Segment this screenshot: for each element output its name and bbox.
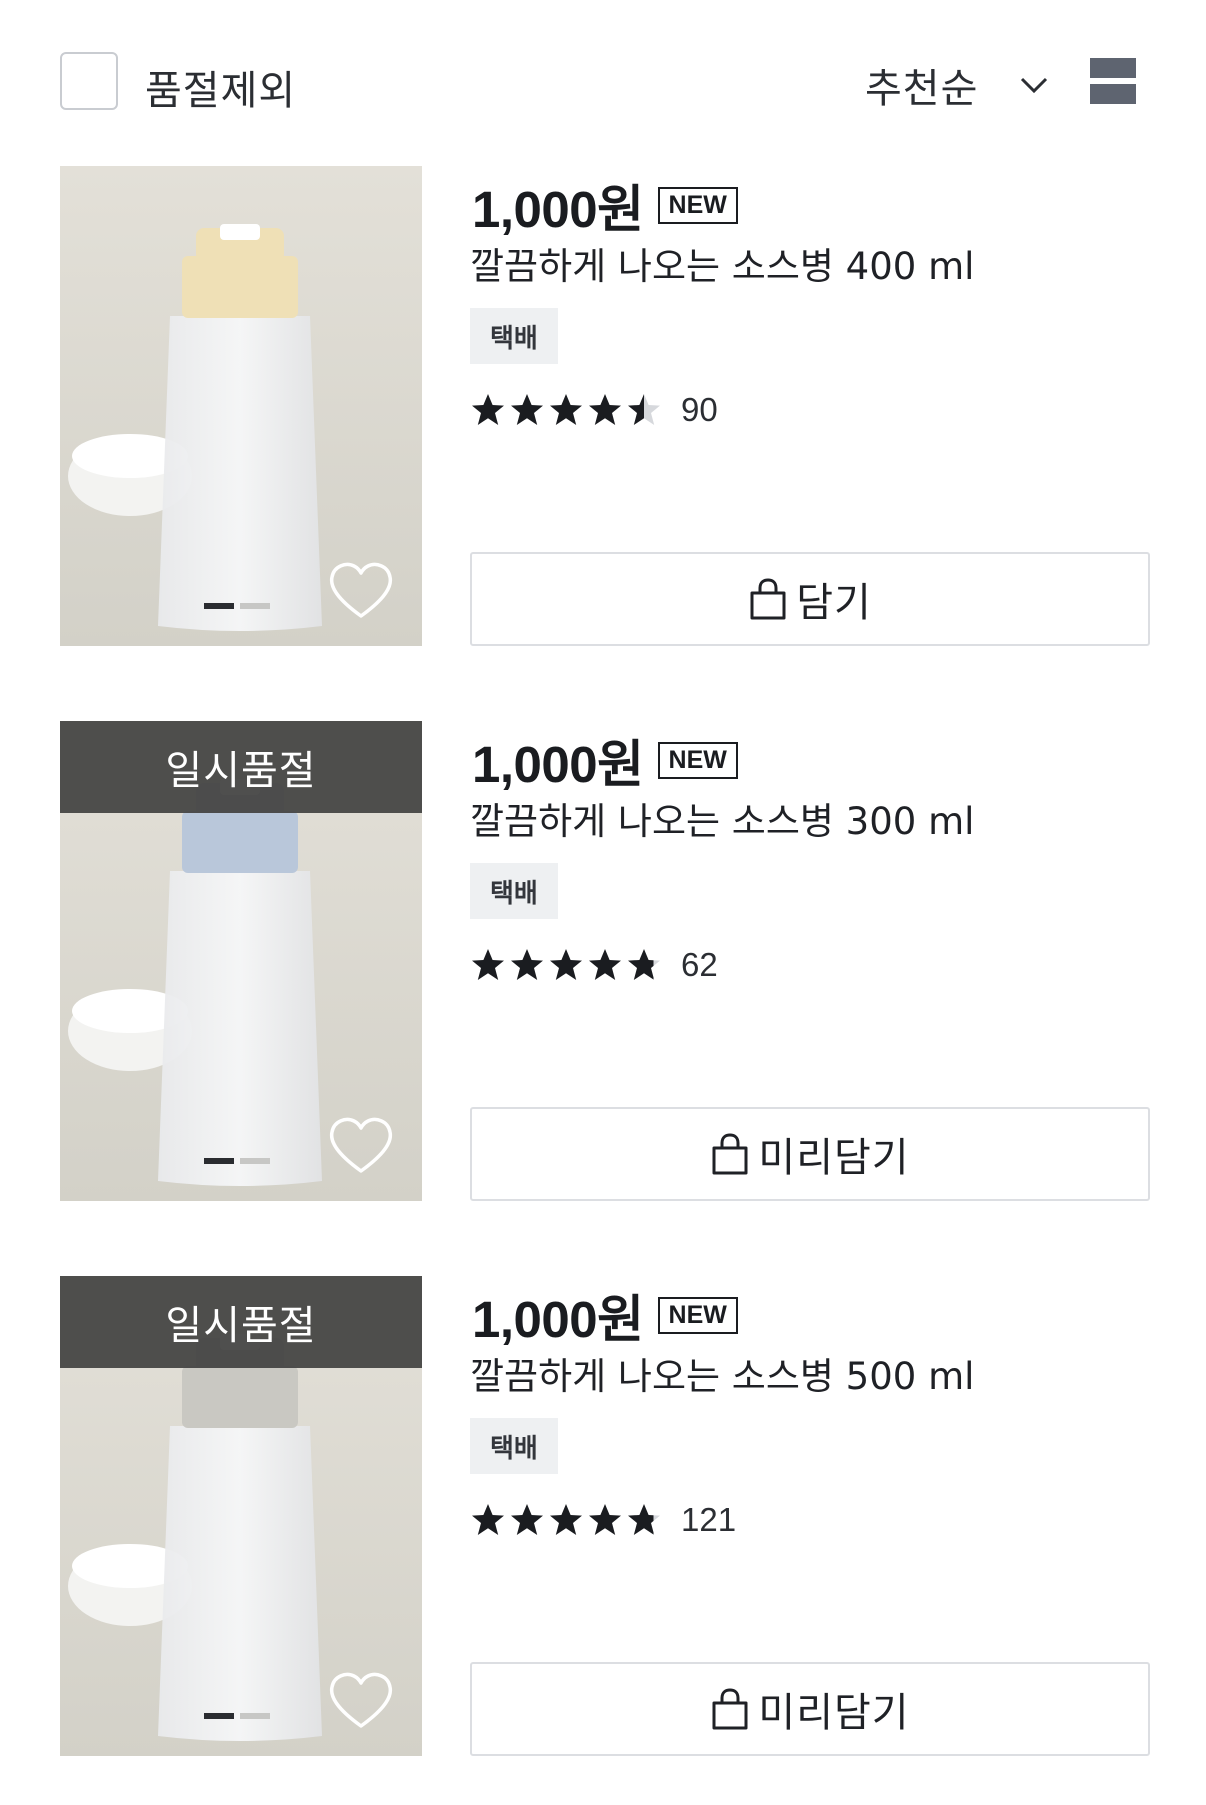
image-pagination [204, 603, 270, 609]
filter-bar: 품절제외 추천순 [0, 0, 1206, 160]
cart-button-label: 미리담기 [758, 1135, 910, 1181]
shopping-bag-icon [750, 578, 786, 620]
sort-label: 추천순 [865, 66, 979, 112]
star-icon [511, 394, 543, 425]
review-count: 121 [681, 1501, 737, 1538]
soldout-overlay: 일시품절 [60, 1276, 422, 1368]
image-pagination [204, 1158, 270, 1164]
rating: 62 [470, 946, 718, 984]
review-count: 90 [681, 391, 718, 428]
product-name[interactable]: 깔끔하게 나오는 소스병 500 ml [470, 1346, 974, 1400]
shipping-tag: 택배 [470, 1418, 558, 1474]
image-pagination [204, 1713, 270, 1719]
pagination-dot-active [204, 1158, 234, 1164]
chevron-down-icon [1021, 77, 1048, 94]
pagination-dot-active [204, 603, 234, 609]
product-info: 1,000원 NEW 깔끔하게 나오는 소스병 400 ml 택배 90 담기 [470, 166, 1150, 646]
pagination-dot [240, 1713, 270, 1719]
exclude-soldout-label[interactable]: 품절제외 [145, 58, 296, 116]
product-item: 일시품절 1,000원 NEW 깔끔하게 나오는 소스병 500 ml 택배 1… [0, 1276, 1206, 1758]
star-icon [472, 394, 504, 425]
add-to-cart-button[interactable]: 미리담기 [470, 1662, 1150, 1756]
star-icon [472, 1504, 504, 1535]
shipping-tag: 택배 [470, 863, 558, 919]
star-rating [470, 947, 665, 983]
product-item: 일시품절 1,000원 NEW 깔끔하게 나오는 소스병 300 ml 택배 6… [0, 721, 1206, 1203]
star-icon [628, 1504, 660, 1535]
star-icon [550, 949, 582, 980]
product-item: 1,000원 NEW 깔끔하게 나오는 소스병 400 ml 택배 90 담기 [0, 166, 1206, 648]
new-badge: NEW [657, 186, 738, 224]
pagination-dot-active [204, 1713, 234, 1719]
price-row: 1,000원 NEW [472, 1278, 738, 1352]
star-icon [472, 949, 504, 980]
heart-icon[interactable] [328, 560, 394, 620]
cart-button-label: 미리담기 [758, 1690, 910, 1736]
star-rating [470, 1502, 665, 1538]
star-icon [628, 394, 660, 425]
price-row: 1,000원 NEW [472, 723, 738, 797]
cart-button-label: 담기 [796, 580, 872, 626]
star-icon [511, 949, 543, 980]
new-badge: NEW [657, 1296, 738, 1334]
product-info: 1,000원 NEW 깔끔하게 나오는 소스병 300 ml 택배 62 미리담… [470, 721, 1150, 1201]
star-icon [589, 394, 621, 425]
product-image[interactable] [60, 166, 422, 646]
exclude-soldout-checkbox[interactable] [60, 52, 118, 110]
product-price: 1,000원 [472, 1291, 644, 1348]
list-view-icon[interactable] [1090, 58, 1136, 104]
product-name[interactable]: 깔끔하게 나오는 소스병 400 ml [470, 236, 974, 290]
heart-icon[interactable] [328, 1670, 394, 1730]
star-icon [589, 949, 621, 980]
shopping-bag-icon [712, 1688, 748, 1730]
sort-dropdown[interactable]: 추천순 [865, 56, 1056, 114]
star-icon [550, 394, 582, 425]
add-to-cart-button[interactable]: 미리담기 [470, 1107, 1150, 1201]
star-icon [589, 1504, 621, 1535]
product-price: 1,000원 [472, 736, 644, 793]
pagination-dot [240, 603, 270, 609]
star-icon [628, 949, 660, 980]
price-row: 1,000원 NEW [472, 168, 738, 242]
star-rating [470, 392, 665, 428]
new-badge: NEW [657, 741, 738, 779]
pagination-dot [240, 1158, 270, 1164]
heart-icon[interactable] [328, 1115, 394, 1175]
product-info: 1,000원 NEW 깔끔하게 나오는 소스병 500 ml 택배 121 미리… [470, 1276, 1150, 1756]
rating: 90 [470, 391, 718, 429]
product-image[interactable]: 일시품절 [60, 1276, 422, 1756]
star-icon [511, 1504, 543, 1535]
add-to-cart-button[interactable]: 담기 [470, 552, 1150, 646]
star-icon [550, 1504, 582, 1535]
review-count: 62 [681, 946, 718, 983]
shipping-tag: 택배 [470, 308, 558, 364]
shopping-bag-icon [712, 1133, 748, 1175]
product-name[interactable]: 깔끔하게 나오는 소스병 300 ml [470, 791, 974, 845]
product-price: 1,000원 [472, 181, 644, 238]
product-image[interactable]: 일시품절 [60, 721, 422, 1201]
soldout-overlay: 일시품절 [60, 721, 422, 813]
rating: 121 [470, 1501, 736, 1539]
